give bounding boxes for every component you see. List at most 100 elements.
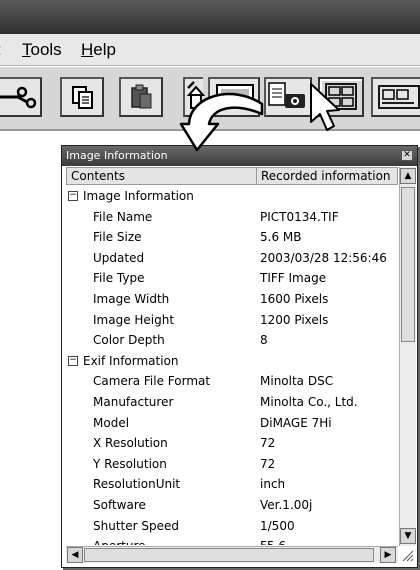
- item-key: X Resolution: [93, 436, 168, 451]
- arrow-down-icon: ▼: [404, 531, 412, 541]
- list-item[interactable]: Shutter Speed 1/500: [66, 516, 398, 537]
- list-item[interactable]: Color Depth 8: [66, 330, 398, 351]
- toolbar: [0, 67, 420, 131]
- window-close-button[interactable]: ✕: [401, 150, 413, 161]
- item-key: Aperture: [93, 536, 146, 545]
- information-list: − Image Information File Name PICT0134.TI…: [66, 186, 398, 545]
- group-row-image-information[interactable]: − Image Information: [66, 186, 398, 207]
- list-item[interactable]: Y Resolution 72: [66, 454, 398, 475]
- item-value: 2003/03/28 12:56:46: [260, 250, 387, 265]
- item-key: Y Resolution: [93, 456, 167, 471]
- detail-view-button[interactable]: [371, 77, 420, 117]
- item-value: inch: [260, 477, 286, 492]
- item-key: Shutter Speed: [93, 518, 179, 533]
- close-icon: ✕: [403, 150, 411, 160]
- scroll-down-button[interactable]: ▼: [400, 528, 416, 544]
- menu-bar: : Tools Help: [0, 34, 420, 66]
- copy-button[interactable]: [60, 77, 104, 117]
- item-value: Minolta Co., Ltd.: [260, 394, 358, 409]
- list-item[interactable]: Manufacturer Minolta Co., Ltd.: [66, 392, 398, 413]
- menu-tools-hotkey: T: [22, 40, 31, 59]
- item-key: File Name: [93, 209, 153, 224]
- list-item[interactable]: X Resolution 72: [66, 433, 398, 454]
- thumbnail-view-button[interactable]: [318, 77, 364, 117]
- collapse-toggle-icon[interactable]: −: [68, 355, 78, 366]
- list-item[interactable]: Camera File Format Minolta DSC: [66, 371, 398, 392]
- item-key: Image Width: [93, 291, 170, 306]
- item-key: File Type: [93, 271, 145, 286]
- list-header: Contents Recorded information: [66, 167, 398, 185]
- group-row-exif-information[interactable]: − Exif Information: [66, 351, 398, 372]
- list-item[interactable]: Image Width 1600 Pixels: [66, 289, 398, 310]
- list-item[interactable]: File Size 5.6 MB: [66, 227, 398, 248]
- item-key: ResolutionUnit: [93, 477, 181, 492]
- item-key: File Size: [93, 230, 142, 245]
- window-title-bar[interactable]: Image Information: [62, 146, 417, 166]
- vertical-scrollbar[interactable]: ▲ ▼: [399, 167, 416, 546]
- save-image-button[interactable]: [208, 77, 260, 117]
- item-value: 1/500: [260, 518, 295, 533]
- scroll-right-button[interactable]: ▶: [380, 547, 396, 563]
- list-item[interactable]: File Type TIFF Image: [66, 268, 398, 289]
- group-name: Exif Information: [83, 353, 179, 368]
- item-key: Manufacturer: [93, 394, 174, 409]
- menu-item-help[interactable]: Help: [81, 40, 116, 60]
- screenshot-stage: : Tools Help: [0, 0, 420, 570]
- save-image-icon: [216, 84, 254, 108]
- item-value: TIFF Image: [260, 271, 327, 286]
- image-info-button[interactable]: [264, 77, 312, 117]
- list-item[interactable]: Software Ver.1.00j: [66, 495, 398, 516]
- horizontal-scrollbar[interactable]: ◀ ▶: [66, 546, 398, 563]
- list-item[interactable]: ResolutionUnit inch: [66, 474, 398, 495]
- list-item[interactable]: File Name PICT0134.TIF: [66, 207, 398, 228]
- resize-grip-icon[interactable]: [400, 548, 415, 563]
- scissors-icon: [0, 86, 37, 109]
- item-value: Ver.1.00j: [260, 497, 313, 512]
- collapse-toggle-icon[interactable]: −: [68, 191, 78, 201]
- arrow-up-icon: ▲: [404, 171, 412, 181]
- item-key: Camera File Format: [93, 374, 211, 389]
- menu-item-tools[interactable]: Tools: [22, 40, 62, 60]
- item-value: PICT0134.TIF: [260, 209, 339, 224]
- image-info-icon: [268, 82, 305, 108]
- list-item[interactable]: Image Height 1200 Pixels: [66, 310, 398, 331]
- menu-help-label-rest: elp: [93, 40, 116, 59]
- item-value: 8: [260, 333, 268, 348]
- arrow-right-icon: ▶: [384, 550, 392, 560]
- item-value: 72: [260, 456, 276, 471]
- item-key: Software: [93, 497, 146, 512]
- item-key: Image Height: [93, 312, 175, 327]
- list-item[interactable]: Updated 2003/03/28 12:56:46: [66, 248, 398, 269]
- delete-button[interactable]: [183, 77, 205, 117]
- list-item[interactable]: Aperture F5.6: [66, 536, 398, 545]
- image-information-window: Image Information ✕ Contents Recorded in…: [61, 145, 418, 568]
- horizontal-scroll-thumb[interactable]: [84, 548, 374, 562]
- list-item[interactable]: Model DiMAGE 7Hi: [66, 413, 398, 434]
- detail-view-icon: [378, 85, 420, 109]
- arrow-left-icon: ◀: [71, 550, 79, 560]
- scroll-left-button[interactable]: ◀: [67, 547, 83, 563]
- item-key: Model: [93, 415, 130, 430]
- delete-icon: [186, 81, 205, 109]
- item-value: DiMAGE 7Hi: [260, 415, 332, 430]
- menu-item-partial: :: [0, 40, 2, 60]
- item-key: Color Depth: [93, 333, 165, 348]
- item-value: 1200 Pixels: [260, 312, 329, 327]
- vertical-scroll-thumb[interactable]: [401, 187, 415, 342]
- cut-button[interactable]: [0, 77, 42, 117]
- item-value: 5.6 MB: [260, 230, 302, 245]
- thumbnail-view-icon: [325, 83, 357, 110]
- app-title-bar: [0, 0, 420, 34]
- column-header-recorded-information[interactable]: Recorded information: [257, 168, 399, 184]
- paste-button[interactable]: [119, 77, 163, 117]
- column-header-contents[interactable]: Contents: [67, 168, 257, 184]
- paste-icon: [131, 84, 152, 109]
- item-value: 1600 Pixels: [260, 291, 329, 306]
- item-value: F5.6: [260, 536, 286, 545]
- group-name: Image Information: [83, 189, 194, 203]
- window-title: Image Information: [66, 149, 168, 162]
- item-value: 72: [260, 436, 276, 451]
- scroll-up-button[interactable]: ▲: [400, 168, 416, 184]
- menu-help-hotkey: H: [81, 40, 94, 59]
- copy-icon: [72, 86, 93, 109]
